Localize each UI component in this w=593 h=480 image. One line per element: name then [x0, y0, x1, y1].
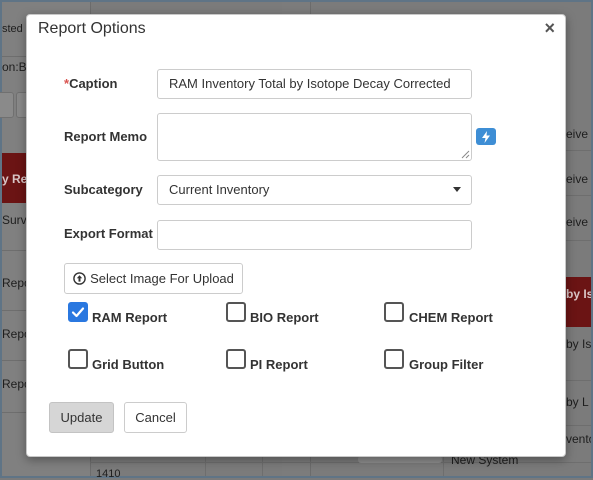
report-memo-textarea[interactable]: [157, 113, 472, 161]
update-button[interactable]: Update: [49, 402, 114, 433]
bg-text-by-is-red: by Is: [566, 287, 591, 301]
bg-text-survey: Survey: [2, 213, 26, 227]
subcategory-selected-value: Current Inventory: [169, 182, 270, 197]
caption-label-text: Caption: [69, 76, 118, 91]
bg-text-eive-1: eive: [566, 127, 589, 141]
pi-report-checkbox[interactable]: [226, 349, 246, 369]
bg-divider: [262, 457, 263, 476]
bg-divider: [566, 150, 591, 151]
report-memo-label: Report Memo: [64, 129, 148, 144]
pi-report-label: PI Report: [250, 357, 308, 372]
dialog-header: Report Options ×: [27, 15, 565, 44]
upload-circle-icon: [73, 272, 86, 285]
subcategory-label: Subcategory: [64, 182, 143, 197]
export-format-label: Export Format: [64, 226, 153, 241]
bg-text-1410: 1410: [96, 468, 121, 480]
close-button[interactable]: ×: [544, 18, 555, 38]
chevron-down-icon: [453, 187, 461, 192]
bg-divider: [566, 425, 591, 426]
bg-text-on-b: on:B: [2, 60, 26, 74]
bio-report-label: BIO Report: [250, 310, 319, 325]
ram-report-label: RAM Report: [92, 310, 168, 325]
cancel-button[interactable]: Cancel: [124, 402, 187, 433]
group-filter-checkbox[interactable]: [384, 349, 404, 369]
group-filter-label: Group Filter: [409, 357, 484, 372]
bg-divider: [566, 240, 591, 241]
resize-handle-icon[interactable]: [461, 150, 470, 159]
bg-text-by-l: by L: [566, 395, 589, 409]
select-image-upload-label: Select Image For Upload: [90, 271, 234, 286]
subcategory-select[interactable]: Current Inventory: [157, 175, 472, 205]
memo-action-button[interactable]: [476, 128, 496, 145]
bg-text-by-is: by Is: [566, 337, 591, 351]
caption-label: *Caption: [64, 76, 117, 91]
bg-text-repo-1: Repo: [2, 276, 26, 290]
bg-red-header-right: [566, 277, 591, 327]
grid-button-label: Grid Button: [92, 357, 165, 372]
bg-divider: [205, 457, 206, 476]
ram-report-checkbox[interactable]: [68, 302, 88, 322]
bg-text-invento: vento: [566, 432, 591, 446]
bg-pill: [358, 456, 442, 463]
bg-text-eive-2: eive: [566, 172, 589, 186]
dialog-title: Report Options: [38, 20, 146, 37]
bg-button: [0, 92, 14, 118]
export-format-input[interactable]: [157, 220, 472, 250]
bg-divider: [566, 380, 591, 381]
caption-input[interactable]: RAM Inventory Total by Isotope Decay Cor…: [157, 69, 472, 99]
bio-report-checkbox[interactable]: [226, 302, 246, 322]
grid-button-checkbox[interactable]: [68, 349, 88, 369]
chem-report-checkbox[interactable]: [384, 302, 404, 322]
chem-report-label: CHEM Report: [409, 310, 493, 325]
bg-text-repo-3: Repo: [2, 377, 26, 391]
select-image-upload-button[interactable]: Select Image For Upload: [64, 263, 243, 294]
bg-text-repo-2: Repo: [2, 327, 26, 341]
report-options-dialog: Report Options × *Caption RAM Inventory …: [26, 14, 566, 457]
lightning-bolt-icon: [482, 130, 490, 143]
bg-divider: [566, 195, 591, 196]
bg-text-y-repo: y Repo: [2, 172, 26, 186]
bg-text-sted: sted: [2, 23, 23, 35]
bg-text-eive-3: eive: [566, 215, 589, 229]
checkmark-icon: [71, 307, 85, 318]
